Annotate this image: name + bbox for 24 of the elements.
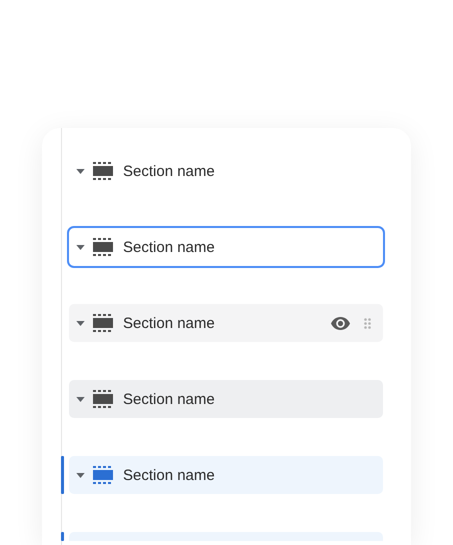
section-icon (93, 162, 113, 180)
section-icon (93, 466, 113, 484)
section-icon (93, 390, 113, 408)
section-icon (93, 238, 113, 256)
section-row[interactable]: Section name (69, 456, 383, 494)
section-name: Section name (123, 466, 216, 484)
caret-icon[interactable] (76, 472, 85, 478)
eye-icon[interactable] (331, 316, 350, 330)
drag-handle-icon[interactable] (364, 318, 371, 328)
section-row[interactable]: Section name (69, 152, 383, 190)
caret-icon[interactable] (76, 244, 85, 250)
caret-icon[interactable] (76, 320, 85, 326)
selection-bar (61, 456, 64, 494)
caret-icon[interactable] (76, 168, 85, 174)
caret-icon[interactable] (76, 396, 85, 402)
section-row[interactable]: Section name (69, 380, 383, 418)
selection-bar (61, 532, 64, 541)
section-name: Section name (123, 390, 216, 408)
section-icon (93, 314, 113, 332)
section-row[interactable]: Section name (69, 304, 383, 342)
section-name: Section name (123, 314, 216, 332)
section-name: Section name (123, 162, 216, 180)
section-row[interactable]: Section name (69, 228, 383, 266)
section-name: Section name (123, 238, 216, 256)
